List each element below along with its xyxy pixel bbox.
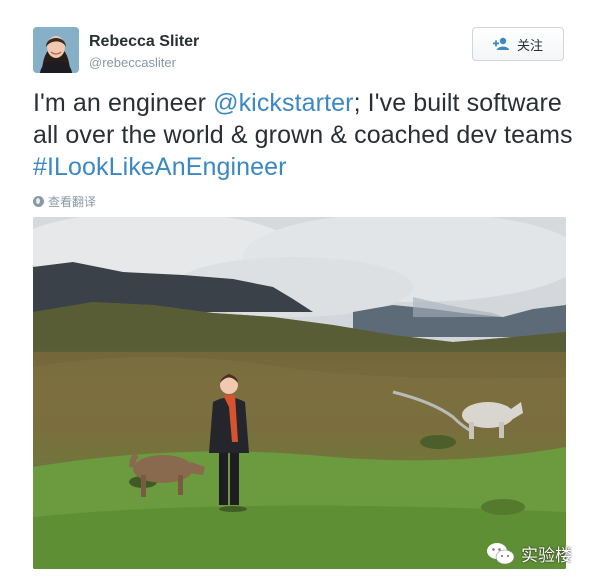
follow-button[interactable]: 关注 <box>472 27 564 61</box>
add-user-icon <box>492 37 511 51</box>
person-photo-icon <box>33 27 79 73</box>
tweet-text-part-1: I'm an engineer <box>33 89 214 117</box>
tweet-photo[interactable] <box>33 217 566 569</box>
mention-link[interactable]: @kickstarter <box>213 89 353 117</box>
tweet-text: I'm an engineer @kickstarter; I've built… <box>33 87 573 183</box>
author-avatar[interactable] <box>33 27 79 73</box>
translate-link[interactable]: 查看翻译 <box>33 193 96 210</box>
landscape-photo <box>33 217 566 569</box>
wechat-icon <box>486 542 516 566</box>
watermark-label: 实验楼 <box>521 546 572 565</box>
author-handle[interactable]: @rebeccasliter <box>89 55 176 70</box>
author-name[interactable]: Rebecca Sliter <box>89 33 199 51</box>
wechat-watermark: 实验楼 <box>486 541 572 566</box>
hashtag-link[interactable]: #ILookLikeAnEngineer <box>33 153 287 181</box>
translate-label: 查看翻译 <box>48 195 97 209</box>
follow-button-label: 关注 <box>516 37 543 53</box>
globe-icon <box>33 196 44 207</box>
